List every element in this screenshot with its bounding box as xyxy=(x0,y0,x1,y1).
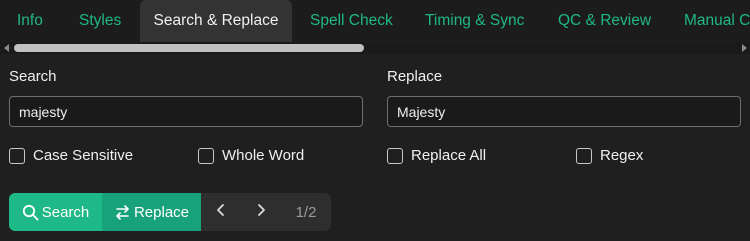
replace-input[interactable] xyxy=(387,96,741,127)
scrollbar-thumb[interactable] xyxy=(14,44,364,52)
regex-label: Regex xyxy=(600,147,644,164)
action-button-group: Search Replace 1/2 xyxy=(9,193,331,231)
search-button-label: Search xyxy=(41,203,90,221)
search-input[interactable] xyxy=(9,96,363,127)
swap-arrows-icon xyxy=(114,204,131,221)
search-button[interactable]: Search xyxy=(9,193,102,231)
tab-qc-review[interactable]: QC & Review xyxy=(558,0,651,42)
tab-info[interactable]: Info xyxy=(17,0,43,42)
checkbox-box[interactable] xyxy=(9,147,25,164)
tab-spell-check[interactable]: Spell Check xyxy=(310,0,393,42)
chevron-right-icon xyxy=(255,203,267,221)
tab-styles[interactable]: Styles xyxy=(79,0,121,42)
case-sensitive-checkbox[interactable]: Case Sensitive xyxy=(9,147,133,164)
tab-search-replace[interactable]: Search & Replace xyxy=(140,0,292,42)
whole-word-label: Whole Word xyxy=(222,147,305,164)
checkbox-box[interactable] xyxy=(198,147,214,164)
tab-scrollbar[interactable] xyxy=(0,42,750,54)
scroll-right-icon[interactable] xyxy=(738,42,750,54)
replace-button[interactable]: Replace xyxy=(102,193,201,231)
tab-timing-sync[interactable]: Timing & Sync xyxy=(425,0,524,42)
whole-word-checkbox[interactable]: Whole Word xyxy=(198,147,304,164)
replace-button-label: Replace xyxy=(133,203,190,221)
tab-manual[interactable]: Manual C xyxy=(684,0,750,42)
previous-match-button[interactable] xyxy=(201,193,241,231)
checkbox-box[interactable] xyxy=(387,147,403,164)
scroll-left-icon[interactable] xyxy=(0,42,12,54)
chevron-left-icon xyxy=(215,203,227,221)
search-label: Search xyxy=(9,68,57,85)
checkbox-box[interactable] xyxy=(576,147,592,164)
match-counter: 1/2 xyxy=(295,203,317,221)
next-match-button[interactable] xyxy=(241,193,281,231)
replace-all-checkbox[interactable]: Replace All xyxy=(387,147,486,164)
replace-label: Replace xyxy=(387,68,443,85)
regex-checkbox[interactable]: Regex xyxy=(576,147,643,164)
tab-bar: Info Styles Search & Replace Spell Check… xyxy=(0,0,750,42)
case-sensitive-label: Case Sensitive xyxy=(33,147,134,164)
replace-all-label: Replace All xyxy=(411,147,487,164)
search-icon xyxy=(22,204,39,221)
